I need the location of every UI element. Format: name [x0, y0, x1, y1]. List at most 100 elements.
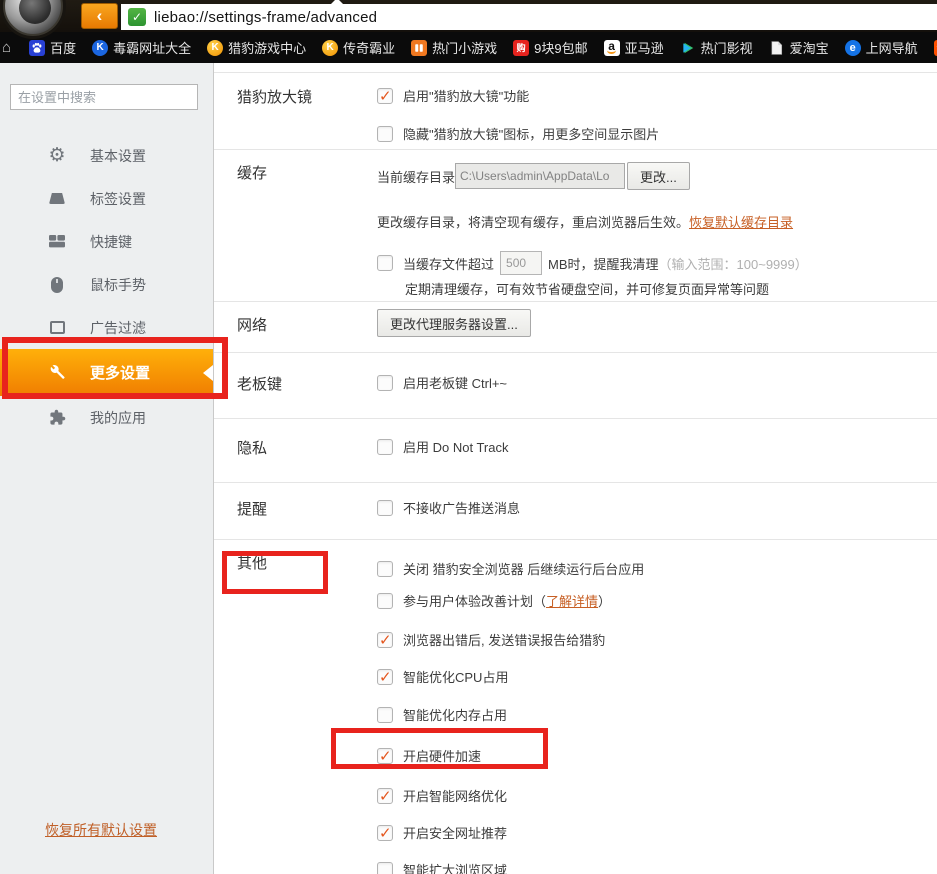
setting-row: 开启硬件加速	[377, 746, 937, 765]
liebao-logo[interactable]	[3, 0, 63, 36]
sidebar-item-tabs[interactable]: 标签设置	[0, 177, 213, 220]
bookmark-minigames[interactable]: 热门小游戏	[403, 32, 505, 63]
address-bar[interactable]: liebao://settings-frame/advanced	[121, 4, 937, 30]
cache-limit-input[interactable]	[500, 251, 542, 275]
checkbox-ux-plan[interactable]	[377, 593, 393, 609]
section-magnifier: 猎豹放大镜 启用"猎豹放大镜"功能 隐藏"猎豹放大镜"图标，用更多空间显示图片	[214, 73, 937, 150]
bookmark-label: 百度	[50, 38, 76, 57]
checkbox-smart-network[interactable]	[377, 788, 393, 804]
bookmark-label: 热门影视	[701, 38, 753, 57]
page-icon	[769, 40, 785, 56]
liebao-game-icon	[207, 40, 223, 56]
sidebar-item-label: 基本设置	[90, 146, 146, 166]
browser-chrome: ‹ liebao://settings-frame/advanced	[0, 0, 937, 32]
bookmark-baidu[interactable]: 百度	[21, 32, 84, 63]
bookmark-navigation[interactable]: 上网导航	[837, 32, 926, 63]
bookmark-game-center[interactable]: 猎豹游戏中心	[199, 32, 314, 63]
setting-row: 智能优化CPU占用	[377, 667, 937, 686]
section-privacy: 隐私 启用 Do Not Track	[214, 419, 937, 483]
bookmark-tmall[interactable]: 天猫精	[926, 32, 937, 63]
checkbox-do-not-track[interactable]	[377, 439, 393, 455]
sidebar-item-shortcuts[interactable]: 快捷键	[0, 220, 213, 263]
mouse-icon	[47, 275, 67, 295]
tab-icon	[47, 189, 67, 209]
reset-all-defaults-link[interactable]: 恢复所有默认设置	[45, 820, 157, 840]
sidebar-item-ad-filter[interactable]: 广告过滤	[0, 306, 213, 349]
secure-check-icon	[128, 8, 146, 26]
e-navigation-icon	[845, 40, 861, 56]
setting-row: 浏览器出错后, 发送错误报告给猎豹	[377, 630, 937, 649]
chuanqi-icon	[322, 40, 338, 56]
bookmark-label: 亚马逊	[625, 38, 664, 57]
bookmark-video[interactable]: 热门影视	[672, 32, 761, 63]
home-icon[interactable]	[2, 39, 11, 56]
settings-content: 猎豹放大镜 启用"猎豹放大镜"功能 隐藏"猎豹放大镜"图标，用更多空间显示图片 …	[214, 63, 937, 874]
proxy-settings-button[interactable]: 更改代理服务器设置...	[377, 309, 531, 337]
setting-row: 参与用户体验改善计划（ 了解详情 ）	[377, 591, 937, 610]
gou-icon	[513, 40, 529, 56]
restore-default-cache-link[interactable]: 恢复默认缓存目录	[689, 212, 793, 231]
cache-limit-note: 定期清理缓存，可有效节省硬盘空间，并可修复页面异常等问题	[405, 279, 937, 298]
bookmark-label: 9块9包邮	[534, 38, 587, 57]
sidebar-item-my-apps[interactable]: 我的应用	[0, 396, 213, 439]
checkbox-label: 智能优化内存占用	[403, 705, 507, 724]
checkbox-bosskey[interactable]	[377, 375, 393, 391]
change-cache-dir-button[interactable]: 更改...	[627, 162, 690, 190]
bookmark-label: 传奇霸业	[343, 38, 395, 57]
cache-limit-suffix: MB时，提醒我清理	[548, 254, 659, 273]
sidebar-item-mouse-gestures[interactable]: 鼠标手势	[0, 263, 213, 306]
minigame-icon	[411, 40, 427, 56]
checkbox-safe-url[interactable]	[377, 825, 393, 841]
bookmark-aitaobao[interactable]: 爱淘宝	[761, 32, 837, 63]
sidebar-item-advanced[interactable]: 更多设置	[0, 349, 213, 396]
checkbox-label: 启用老板键 Ctrl+~	[403, 373, 507, 392]
play-icon	[680, 40, 696, 56]
url-text[interactable]: liebao://settings-frame/advanced	[154, 9, 377, 26]
section-title: 猎豹放大镜	[214, 73, 377, 149]
checkbox-no-ads-push[interactable]	[377, 500, 393, 516]
checkbox-background-apps[interactable]	[377, 561, 393, 577]
checkbox-error-report[interactable]	[377, 632, 393, 648]
sidebar-item-basic[interactable]: 基本设置	[0, 134, 213, 177]
amazon-icon	[604, 40, 620, 56]
back-button[interactable]: ‹	[81, 3, 118, 29]
section-bosskey: 老板键 启用老板键 Ctrl+~	[214, 353, 937, 419]
bookmark-label: 猎豹游戏中心	[228, 38, 306, 57]
wrench-icon	[47, 363, 67, 383]
section-cache: 缓存 当前缓存目录 更改... 更改缓存目录，将清空现有缓存，重启浏览器后生效。…	[214, 150, 937, 302]
settings-search-input[interactable]	[10, 84, 198, 110]
settings-sidebar: 基本设置 标签设置 快捷键 鼠标手势 广告过滤	[0, 63, 214, 874]
bookmark-duba[interactable]: 毒霸网址大全	[84, 32, 199, 63]
tab-notch	[328, 0, 346, 7]
bookmark-chuanqi[interactable]: 传奇霸业	[314, 32, 403, 63]
checkbox-label: 参与用户体验改善计划（	[403, 591, 546, 610]
cache-dir-input[interactable]	[455, 163, 625, 189]
back-chevron-icon: ‹	[97, 6, 103, 26]
checkbox-enable-magnifier[interactable]	[377, 88, 393, 104]
duba-k-icon	[92, 40, 108, 56]
checkbox-memory-optimize[interactable]	[377, 707, 393, 723]
sidebar-item-label: 更多设置	[90, 362, 150, 383]
cache-limit-prefix: 当缓存文件超过	[403, 254, 494, 273]
checkbox-cache-limit[interactable]	[377, 255, 393, 271]
bookmark-amazon[interactable]: 亚马逊	[596, 32, 672, 63]
checkbox-hardware-acceleration[interactable]	[377, 748, 393, 764]
checkbox-cpu-optimize[interactable]	[377, 669, 393, 685]
bookmark-9kuai9[interactable]: 9块9包邮	[505, 32, 595, 63]
bookmark-label: 毒霸网址大全	[113, 38, 191, 57]
setting-row: 隐藏"猎豹放大镜"图标，用更多空间显示图片	[377, 124, 937, 143]
setting-row: 启用"猎豹放大镜"功能	[377, 86, 937, 105]
bookmark-label: 热门小游戏	[432, 38, 497, 57]
setting-row: 关闭 猎豹安全浏览器 后继续运行后台应用	[377, 559, 937, 578]
checkbox-label: 智能优化CPU占用	[403, 667, 508, 686]
setting-row: 智能优化内存占用	[377, 705, 937, 724]
section-title: 提醒	[214, 483, 377, 539]
setting-row: 不接收广告推送消息	[377, 498, 937, 517]
learn-more-link[interactable]: 了解详情	[546, 591, 598, 610]
checkbox-hide-magnifier-icon[interactable]	[377, 126, 393, 142]
sidebar-item-label: 广告过滤	[90, 318, 146, 338]
checkbox-expand-view[interactable]	[377, 862, 393, 874]
bookmark-label: 上网导航	[866, 38, 918, 57]
gear-icon	[47, 146, 67, 166]
setting-row: 智能扩大浏览区域	[377, 860, 937, 874]
